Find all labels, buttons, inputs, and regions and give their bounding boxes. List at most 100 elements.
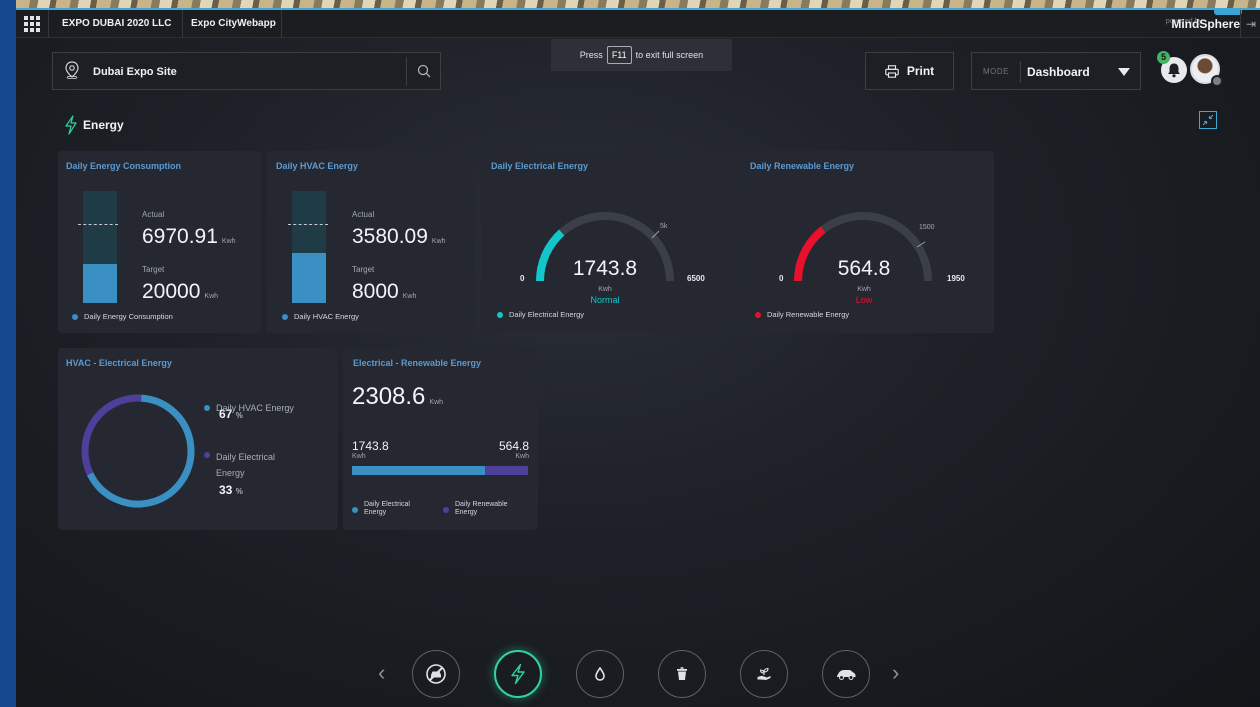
legend: Daily Electrical Energy — [352, 501, 422, 517]
mindsphere-logo: MindSphere — [1171, 17, 1240, 31]
gauge-tick-label: 5k — [660, 223, 668, 230]
target-label: Target — [142, 265, 165, 274]
donut-chart — [81, 394, 195, 508]
company-name: EXPO DUBAI 2020 LLC — [62, 18, 172, 29]
card-title: Electrical - Renewable Energy — [353, 358, 482, 368]
gauge-value: 564.8 — [837, 257, 891, 280]
gauge-max: 1950 — [947, 274, 965, 283]
nav-next-button[interactable]: › — [892, 660, 899, 686]
divider — [281, 10, 282, 38]
exit-fullscreen-button[interactable] — [1199, 111, 1217, 129]
top-bar: EXPO DUBAI 2020 LLC Expo CityWebapp powe… — [16, 10, 1260, 38]
mode-label: MODE — [983, 67, 1009, 76]
toast-prefix: Press — [579, 50, 603, 60]
daily-renewable-card[interactable]: Daily Renewable Energy 1500 0 1950 564.8… — [739, 151, 994, 333]
legend: Daily Renewable Energy — [755, 310, 849, 319]
gauge-unit: Kwh — [598, 286, 612, 293]
legend: Daily Renewable Energy — [443, 501, 523, 517]
nav-transport-button[interactable] — [412, 650, 460, 698]
renewable-unit: Kwh — [515, 453, 529, 460]
app-grid-icon[interactable] — [24, 16, 40, 32]
location-pin-icon — [65, 61, 79, 79]
status-indicator — [1211, 75, 1223, 87]
fullscreen-toast: Press F11 to exit full screen — [551, 39, 732, 71]
total-value: 2308.6 Kwh — [352, 383, 444, 410]
legend-dot — [282, 313, 288, 320]
vehicle-icon — [837, 670, 856, 680]
notification-bell-button[interactable]: 5 — [1157, 51, 1187, 83]
target-marker — [78, 224, 118, 225]
location-search[interactable]: Dubai Expo Site — [52, 52, 441, 90]
nav-landscape-button[interactable] — [740, 650, 788, 698]
card-title: Daily Energy Consumption — [66, 161, 182, 171]
divider — [406, 57, 407, 86]
legend-value: 33 % — [219, 483, 243, 497]
legend-label: Daily HVAC Energy — [216, 403, 294, 413]
card-title: HVAC - Electrical Energy — [66, 358, 172, 368]
card-title: Daily Renewable Energy — [750, 161, 855, 171]
actual-value: 3580.09 Kwh — [352, 225, 446, 248]
background-photo-strip — [16, 0, 1260, 10]
gauge-tick-label: 1500 — [919, 224, 935, 231]
window-edge — [0, 0, 16, 707]
progress-bar-fill — [83, 263, 117, 303]
progress-bar-track — [83, 191, 117, 303]
legend-label: Daily Renewable Energy — [455, 501, 508, 516]
nav-waste-button[interactable] — [658, 650, 706, 698]
search-icon[interactable] — [416, 63, 432, 79]
donut-legend-electrical: Daily Electrical Energy 33 % — [204, 449, 324, 497]
legend-dot — [497, 311, 503, 318]
gauge-min: 0 — [520, 274, 525, 283]
daily-electrical-card[interactable]: Daily Electrical Energy 5k 0 6500 1743.8… — [481, 151, 734, 333]
mode-value: Dashboard — [1027, 65, 1090, 79]
print-button[interactable]: Print — [865, 52, 954, 90]
printer-icon — [885, 64, 899, 78]
app-window: EXPO DUBAI 2020 LLC Expo CityWebapp powe… — [16, 10, 1260, 707]
electrical-unit: Kwh — [352, 453, 366, 460]
chevron-down-icon — [1118, 68, 1130, 76]
hvac-electrical-card[interactable]: HVAC - Electrical Energy Daily HVAC Ener… — [58, 348, 338, 530]
notification-count-badge: 5 — [1157, 51, 1170, 64]
logout-icon[interactable]: ⇥ — [1240, 10, 1260, 38]
legend-dot — [72, 313, 78, 320]
legend: Daily Electrical Energy — [204, 449, 324, 481]
waste-bin-icon — [677, 667, 687, 680]
electrical-renewable-card[interactable]: Electrical - Renewable Energy 2308.6 Kwh … — [343, 348, 538, 530]
legend-label: Daily Electrical Energy — [509, 310, 585, 319]
gauge-min: 0 — [779, 274, 784, 283]
legend-label: Daily Energy Consumption — [84, 312, 173, 321]
daily-energy-card[interactable]: Daily Energy Consumption Actual 6970.91 K… — [58, 151, 261, 333]
gauge-value: 1743.8 — [572, 257, 638, 280]
divider — [1020, 61, 1021, 83]
legend: Daily HVAC Energy — [204, 403, 294, 413]
section-title-text: Energy — [83, 118, 124, 132]
progress-bar-track — [292, 191, 326, 303]
nav-energy-button[interactable] — [494, 650, 542, 698]
split-bar-renewable — [484, 466, 528, 475]
nav-prev-button[interactable]: ‹ — [378, 660, 385, 686]
donut-slice — [86, 394, 195, 508]
actual-value: 6970.91 Kwh — [142, 225, 236, 248]
legend-label: Daily HVAC Energy — [294, 312, 359, 321]
actual-label: Actual — [142, 210, 165, 219]
card-title: Daily HVAC Energy — [276, 161, 358, 171]
donut-slice — [81, 394, 142, 476]
print-label: Print — [906, 64, 935, 78]
status-text: Low — [855, 295, 873, 305]
legend-dot — [443, 507, 449, 513]
target-marker — [288, 224, 328, 225]
gauge-max: 6500 — [687, 274, 705, 283]
renewable-value: 564.8 — [498, 439, 529, 453]
daily-hvac-card[interactable]: Daily HVAC Energy Actual 3580.09 Kwh Targ… — [266, 151, 475, 333]
mode-select[interactable]: MODE Dashboard — [971, 52, 1141, 90]
split-bar — [352, 466, 528, 475]
plant-hand-icon — [757, 667, 771, 680]
gauge-unit: Kwh — [857, 286, 871, 293]
nav-mobility-button[interactable] — [822, 650, 870, 698]
user-avatar[interactable] — [1190, 54, 1223, 87]
app-name[interactable]: Expo CityWebapp — [191, 18, 276, 29]
nav-water-button[interactable] — [576, 650, 624, 698]
toast-suffix: to exit full screen — [635, 50, 704, 60]
legend: Daily Electrical Energy — [497, 310, 584, 319]
status-text: Normal — [590, 295, 620, 305]
